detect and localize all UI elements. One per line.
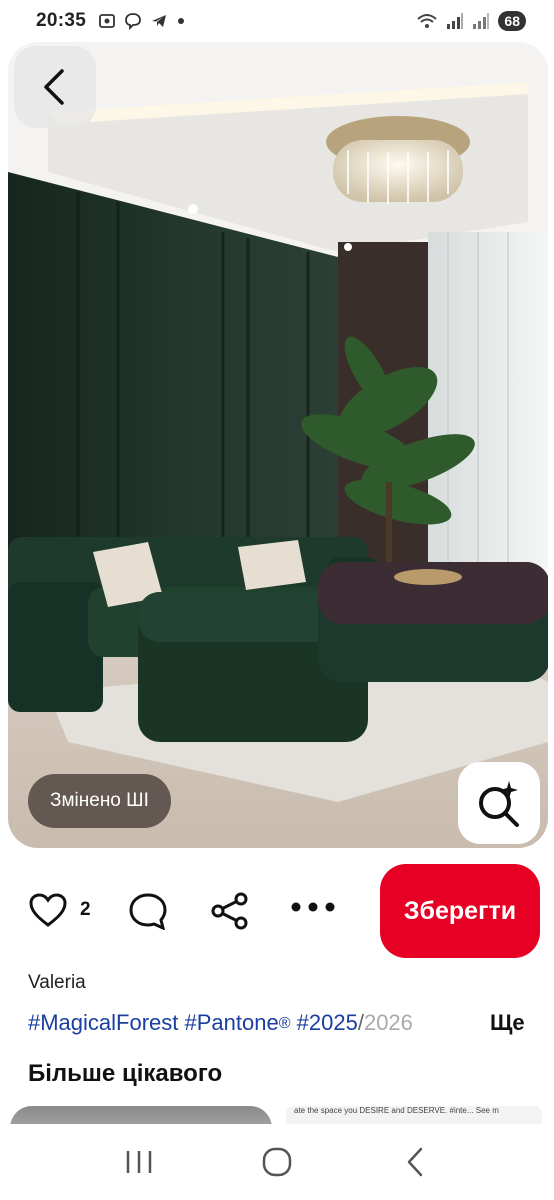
recent-apps-icon [126, 1151, 152, 1173]
system-back-button[interactable] [385, 1132, 445, 1192]
pin-image[interactable] [8, 42, 548, 848]
signal-icon [447, 13, 464, 29]
system-icons: 68 [416, 11, 526, 31]
show-more-link[interactable]: Ще [490, 1010, 525, 1036]
tags-clip: #MagicalForest #Pantone® #2025/2026 [28, 1010, 474, 1036]
more-options-button[interactable] [290, 900, 336, 919]
more-dots-icon [291, 902, 335, 912]
comment-button[interactable] [128, 892, 168, 935]
share-button[interactable] [210, 892, 250, 935]
wifi-icon [417, 14, 438, 28]
chevron-left-icon [44, 69, 64, 105]
recent-apps-button[interactable] [109, 1132, 169, 1192]
dot-icon [178, 18, 185, 24]
share-icon [211, 892, 248, 930]
related-pin-caption: ate the space you DESIRE and DESERVE. #i… [294, 1106, 499, 1115]
sparkle-search-icon [479, 781, 519, 827]
author-name[interactable]: Valeria [28, 972, 86, 994]
screenshot-icon [99, 14, 116, 28]
status-time: 20:35 [36, 10, 87, 31]
comment-icon [129, 893, 167, 931]
more-to-explore-title: Більше цікавого [28, 1060, 223, 1087]
heart-icon [29, 893, 67, 927]
tag-2025[interactable]: #2025 [297, 1010, 358, 1035]
registered-mark: ® [278, 1015, 291, 1032]
back-button[interactable] [14, 46, 96, 128]
visual-search-button[interactable] [458, 762, 540, 844]
status-bar: 20:35 68 [0, 0, 554, 42]
telegram-icon [152, 15, 167, 27]
signal-icon-2 [473, 13, 490, 29]
tag-magical-forest[interactable]: #MagicalForest [28, 1010, 178, 1035]
notification-icons [98, 12, 186, 30]
system-navigation-bar [0, 1124, 554, 1200]
like-button[interactable]: 2 [28, 892, 91, 928]
save-button[interactable]: Зберегти [380, 864, 540, 958]
like-count: 2 [80, 899, 91, 920]
tag-pantone[interactable]: #Pantone [185, 1010, 279, 1035]
home-button[interactable] [247, 1132, 307, 1192]
pin-actions: 2 Зберегти [0, 862, 554, 958]
ai-modified-badge[interactable]: Змінено ШІ [28, 774, 171, 828]
tag-2026: 2026 [363, 1010, 413, 1035]
battery-indicator: 68 [498, 11, 526, 31]
living-room-illustration [8, 42, 548, 848]
back-arrow-icon [407, 1147, 423, 1177]
viber-icon [125, 13, 142, 30]
pin-description: #MagicalForest #Pantone® #2025/2026 Ще [28, 1010, 528, 1040]
home-icon [262, 1147, 292, 1177]
